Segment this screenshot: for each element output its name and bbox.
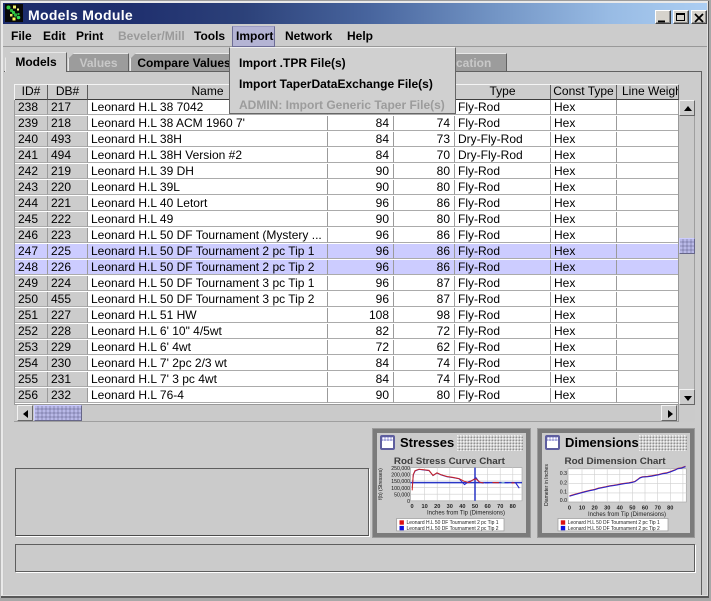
svg-text:10: 10 [579, 506, 585, 512]
svg-text:Diameter in Inches: Diameter in Inches [544, 464, 550, 506]
svg-text:Inches from Tip (Dimensions): Inches from Tip (Dimensions) [588, 511, 666, 518]
svg-text:Inches from Tip (Dimensions): Inches from Tip (Dimensions) [427, 510, 505, 517]
svg-text:80: 80 [510, 504, 516, 510]
svg-text:50,000: 50,000 [394, 492, 410, 498]
svg-text:200,000: 200,000 [391, 473, 410, 479]
svg-text:0.1: 0.1 [560, 490, 567, 496]
svg-text:Leonard H.L 50 DF Tournament 2: Leonard H.L 50 DF Tournament 2 pc Tip 2 [568, 526, 660, 532]
svg-text:0: 0 [410, 504, 413, 510]
svg-text:f(b) (Stresses): f(b) (Stresses) [378, 468, 384, 500]
svg-text:80: 80 [667, 506, 673, 512]
svg-text:Leonard H.L 50 DF Tournament 2: Leonard H.L 50 DF Tournament 2 pc Tip 2 [407, 526, 499, 532]
svg-text:Rod Stress Curve Chart: Rod Stress Curve Chart [394, 456, 506, 467]
svg-text:0.3: 0.3 [560, 471, 567, 477]
svg-text:250,000: 250,000 [391, 466, 410, 472]
svg-text:0: 0 [568, 506, 571, 512]
svg-text:0.0: 0.0 [560, 498, 567, 504]
svg-text:Rod Dimension Chart: Rod Dimension Chart [565, 456, 667, 467]
svg-text:0.2: 0.2 [560, 480, 567, 486]
svg-text:150,000: 150,000 [391, 479, 410, 485]
svg-text:100,000: 100,000 [391, 486, 410, 492]
